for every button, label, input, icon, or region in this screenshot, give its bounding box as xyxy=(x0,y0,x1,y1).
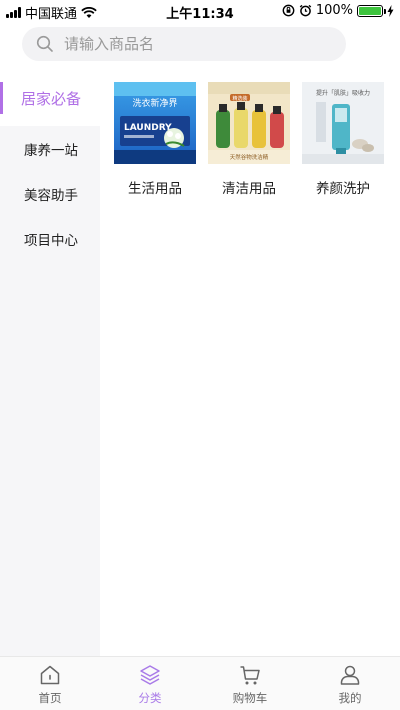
tab-label: 购物车 xyxy=(232,691,268,705)
tab-label: 我的 xyxy=(338,691,362,705)
category-label: 清洁用品 xyxy=(222,181,276,197)
category-card-skin-care[interactable]: 提升「肌肤」吸收力 养颜洗护 xyxy=(296,82,390,197)
category-grid: 洗衣新净界 LAUNDRY 生活用品 精选装 天然谷物洗洁精 清洁用品 提升「肌… xyxy=(108,82,400,197)
tab-label: 分类 xyxy=(138,691,162,705)
sidebar-item-home-essentials[interactable]: 居家必备 xyxy=(0,70,100,126)
tab-category[interactable]: 分类 xyxy=(100,657,200,710)
tab-label: 首页 xyxy=(38,691,62,705)
alarm-icon xyxy=(299,4,312,17)
search-input[interactable] xyxy=(64,35,314,53)
tab-cart[interactable]: 购物车 xyxy=(200,657,300,710)
battery-percent: 100% xyxy=(315,3,353,18)
category-layers-icon xyxy=(140,665,160,685)
category-card-daily-goods[interactable]: 洗衣新净界 LAUNDRY 生活用品 xyxy=(108,82,202,197)
status-right: 100% xyxy=(282,3,394,18)
laundry-banner-text: 洗衣新净界 xyxy=(132,97,177,109)
tab-home[interactable]: 首页 xyxy=(0,657,100,710)
sidebar-item-project-center[interactable]: 项目中心 xyxy=(0,216,100,261)
battery-icon xyxy=(357,4,386,17)
category-card-cleaning-goods[interactable]: 精选装 天然谷物洗洁精 清洁用品 xyxy=(202,82,296,197)
detergent-caption-text: 天然谷物洗洁精 xyxy=(230,153,269,161)
user-icon xyxy=(340,665,360,685)
search-icon xyxy=(36,35,53,52)
sidebar-item-label: 居家必备 xyxy=(21,89,82,108)
laundry-logo-text: LAUNDRY xyxy=(124,123,172,133)
home-icon xyxy=(40,665,60,685)
cleanser-caption-text: 提升「肌肤」吸收力 xyxy=(316,89,370,97)
charging-icon xyxy=(387,4,394,17)
sidebar-item-health-care[interactable]: 康养一站 xyxy=(0,126,100,171)
category-image-laundry: 洗衣新净界 LAUNDRY xyxy=(114,82,196,164)
status-bar: 中国联通 上午11:34 100% xyxy=(0,0,400,22)
category-image-cleanser: 提升「肌肤」吸收力 xyxy=(302,82,384,164)
category-label: 生活用品 xyxy=(128,181,182,197)
tab-profile[interactable]: 我的 xyxy=(300,657,400,710)
category-sidebar: 居家必备 康养一站 美容助手 项目中心 xyxy=(0,70,100,656)
cart-icon xyxy=(240,666,260,685)
orientation-lock-icon xyxy=(282,4,295,17)
detergent-badge-text: 精选装 xyxy=(232,95,247,102)
sidebar-item-label: 美容助手 xyxy=(24,187,78,204)
category-label: 养颜洗护 xyxy=(316,181,370,197)
sidebar-item-beauty-helper[interactable]: 美容助手 xyxy=(0,171,100,216)
bottom-tab-bar: 首页 分类 购物车 我的 xyxy=(0,656,400,710)
category-image-detergent: 精选装 天然谷物洗洁精 xyxy=(208,82,290,164)
sidebar-item-label: 康养一站 xyxy=(24,142,78,159)
search-bar[interactable] xyxy=(22,27,346,61)
sidebar-item-label: 项目中心 xyxy=(24,232,78,249)
